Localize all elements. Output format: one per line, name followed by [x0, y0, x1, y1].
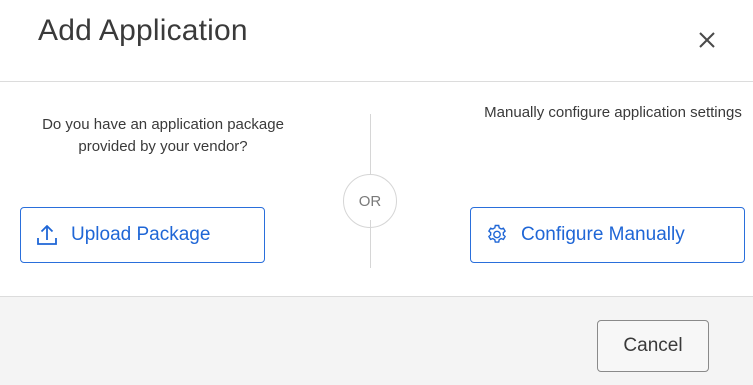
gear-icon: [488, 224, 506, 243]
upload-icon: [37, 225, 57, 245]
dialog-header: Add Application: [0, 0, 753, 82]
configure-manually-button[interactable]: Configure Manually: [470, 207, 745, 263]
dialog-footer: Cancel: [0, 296, 753, 385]
cancel-button[interactable]: Cancel: [597, 320, 709, 372]
divider-line-bottom: [370, 220, 371, 268]
add-application-dialog: Add Application Do you have an applicati…: [0, 0, 753, 385]
close-button[interactable]: [694, 27, 720, 53]
dialog-body: Do you have an application package provi…: [0, 82, 753, 296]
close-icon: [699, 32, 715, 48]
upload-prompt: Do you have an application package provi…: [42, 116, 284, 155]
upload-package-button[interactable]: Upload Package: [20, 207, 265, 263]
upload-package-label: Upload Package: [71, 224, 211, 245]
divider-line-top: [370, 114, 371, 182]
dialog-title: Add Application: [38, 14, 248, 47]
configure-prompt: Manually configure application settings: [484, 104, 742, 121]
configure-manually-label: Configure Manually: [521, 224, 685, 245]
